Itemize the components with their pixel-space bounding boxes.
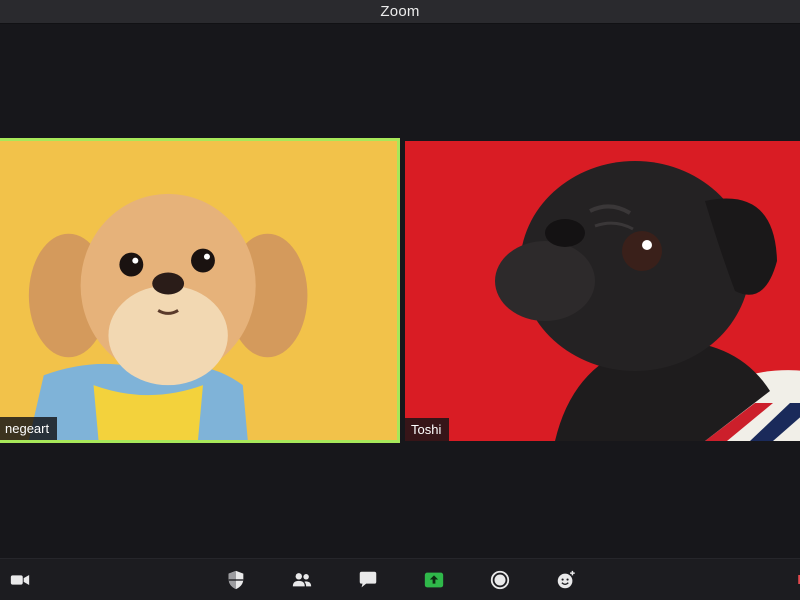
chat-icon bbox=[359, 571, 377, 588]
participants-button[interactable] bbox=[289, 567, 315, 593]
chat-button[interactable] bbox=[355, 567, 381, 593]
reactions-button[interactable] bbox=[553, 567, 579, 593]
record-icon bbox=[490, 570, 510, 590]
video-gallery: negeart Toshi bbox=[0, 24, 800, 558]
participant-name-tag: Toshi bbox=[405, 418, 450, 441]
dog-video-feed bbox=[0, 141, 397, 440]
video-camera-icon bbox=[10, 574, 30, 586]
security-button[interactable] bbox=[223, 567, 249, 593]
window-title-bar: Zoom bbox=[0, 0, 800, 24]
participants-icon bbox=[292, 573, 312, 587]
share-screen-button[interactable] bbox=[421, 567, 447, 593]
participant-name-tag: negeart bbox=[0, 417, 58, 440]
participant-tile-negeart[interactable]: negeart bbox=[0, 138, 400, 443]
meeting-toolbar: E bbox=[0, 558, 800, 600]
participant-tile-toshi[interactable]: Toshi bbox=[405, 141, 800, 441]
share-screen-icon bbox=[424, 572, 444, 588]
pug-video-feed bbox=[405, 141, 800, 441]
window-title: Zoom bbox=[380, 3, 420, 20]
record-button[interactable] bbox=[487, 567, 513, 593]
reactions-icon bbox=[557, 570, 575, 589]
video-button[interactable] bbox=[7, 567, 33, 593]
security-shield-icon bbox=[228, 570, 244, 590]
